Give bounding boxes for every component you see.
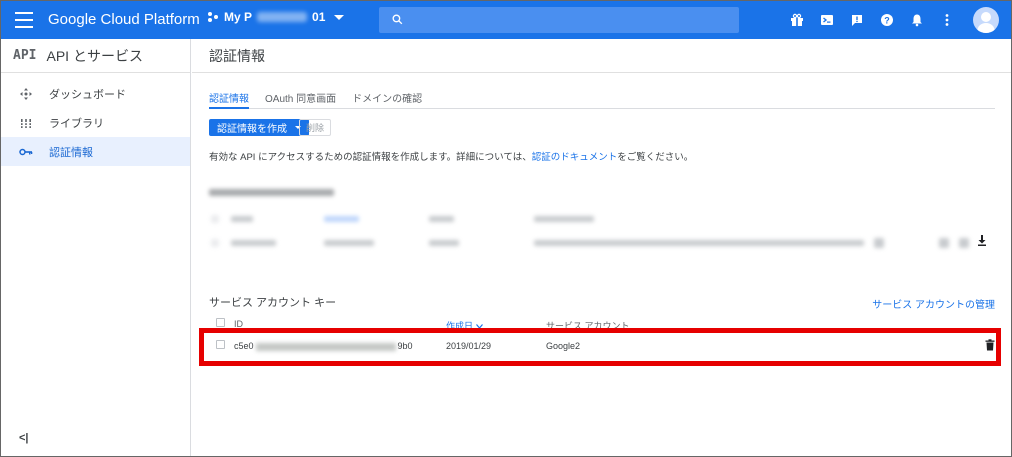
sidebar-item-label: ダッシュボード bbox=[49, 88, 126, 101]
info-text-main: 有効な API にアクセスするための認証情報を作成します。詳細については、 bbox=[209, 152, 532, 163]
sidebar: API API とサービス ダッシュボード ライブラリ 認証情報 <| bbox=[1, 39, 191, 456]
search-icon bbox=[392, 14, 403, 25]
cloud-shell-icon[interactable] bbox=[817, 10, 837, 30]
brand-title[interactable]: Google Cloud Platform bbox=[48, 11, 200, 28]
menu-icon[interactable] bbox=[15, 12, 33, 28]
info-text-suffix: をご覧ください。 bbox=[617, 152, 694, 163]
project-name-prefix: My P bbox=[224, 10, 253, 24]
highlight-box bbox=[199, 328, 1001, 366]
project-name-redacted bbox=[257, 12, 308, 22]
help-icon[interactable]: ? bbox=[877, 10, 897, 30]
delete-button[interactable]: 削除 bbox=[299, 119, 332, 136]
sidebar-item-credentials[interactable]: 認証情報 bbox=[1, 137, 190, 166]
account-icon bbox=[977, 12, 995, 33]
notifications-icon[interactable] bbox=[907, 10, 927, 30]
tab-oauth-consent[interactable]: OAuth 同意画面 bbox=[265, 87, 336, 108]
search-input[interactable] bbox=[379, 7, 739, 33]
sidebar-item-label: 認証情報 bbox=[49, 146, 93, 159]
svg-text:?: ? bbox=[884, 16, 890, 26]
sidebar-header: API API とサービス bbox=[1, 39, 190, 73]
download-icon[interactable] bbox=[976, 234, 988, 246]
tab-bar: 認証情報 OAuth 同意画面 ドメインの確認 bbox=[209, 87, 995, 109]
api-logo: API bbox=[13, 48, 37, 63]
info-text: 有効な API にアクセスするための認証情報を作成します。詳細については、認証の… bbox=[209, 149, 693, 163]
sidebar-title: API とサービス bbox=[46, 47, 143, 64]
service-account-keys-title: サービス アカウント キー bbox=[209, 297, 337, 309]
oauth-clients-section-redacted bbox=[209, 189, 995, 259]
tab-credentials[interactable]: 認証情報 bbox=[209, 87, 249, 109]
collapse-sidebar-button[interactable]: <| bbox=[19, 432, 29, 444]
page-title: 認証情報 bbox=[192, 39, 1011, 73]
library-icon bbox=[19, 116, 33, 130]
sidebar-item-library[interactable]: ライブラリ bbox=[1, 108, 190, 137]
gift-icon[interactable] bbox=[787, 10, 807, 30]
project-icon bbox=[208, 12, 218, 22]
select-all-checkbox[interactable] bbox=[216, 318, 225, 327]
manage-service-accounts-link[interactable]: サービス アカウントの管理 bbox=[872, 296, 995, 311]
project-selector[interactable]: My P 01 bbox=[207, 10, 345, 24]
project-name-suffix: 01 bbox=[312, 10, 326, 24]
create-credentials-label: 認証情報を作成 bbox=[217, 124, 287, 135]
dashboard-icon bbox=[19, 87, 33, 101]
app-frame: Google Cloud Platform My P 01 ? API API … bbox=[0, 0, 1012, 457]
top-app-bar: Google Cloud Platform My P 01 ? bbox=[1, 1, 1011, 39]
feedback-icon[interactable] bbox=[847, 10, 867, 30]
main-content: 認証情報 認証情報 OAuth 同意画面 ドメインの確認 認証情報を作成 削除 … bbox=[192, 39, 1011, 456]
create-credentials-button[interactable]: 認証情報を作成 bbox=[209, 119, 309, 136]
key-icon bbox=[19, 145, 33, 159]
sidebar-item-label: ライブラリ bbox=[49, 117, 104, 130]
more-vert-icon[interactable] bbox=[937, 10, 957, 30]
tab-domain-verification[interactable]: ドメインの確認 bbox=[352, 87, 422, 108]
credentials-docs-link[interactable]: 認証のドキュメント bbox=[532, 152, 618, 163]
sidebar-item-dashboard[interactable]: ダッシュボード bbox=[1, 79, 190, 108]
chevron-down-icon bbox=[334, 14, 345, 20]
account-avatar[interactable] bbox=[973, 7, 999, 33]
